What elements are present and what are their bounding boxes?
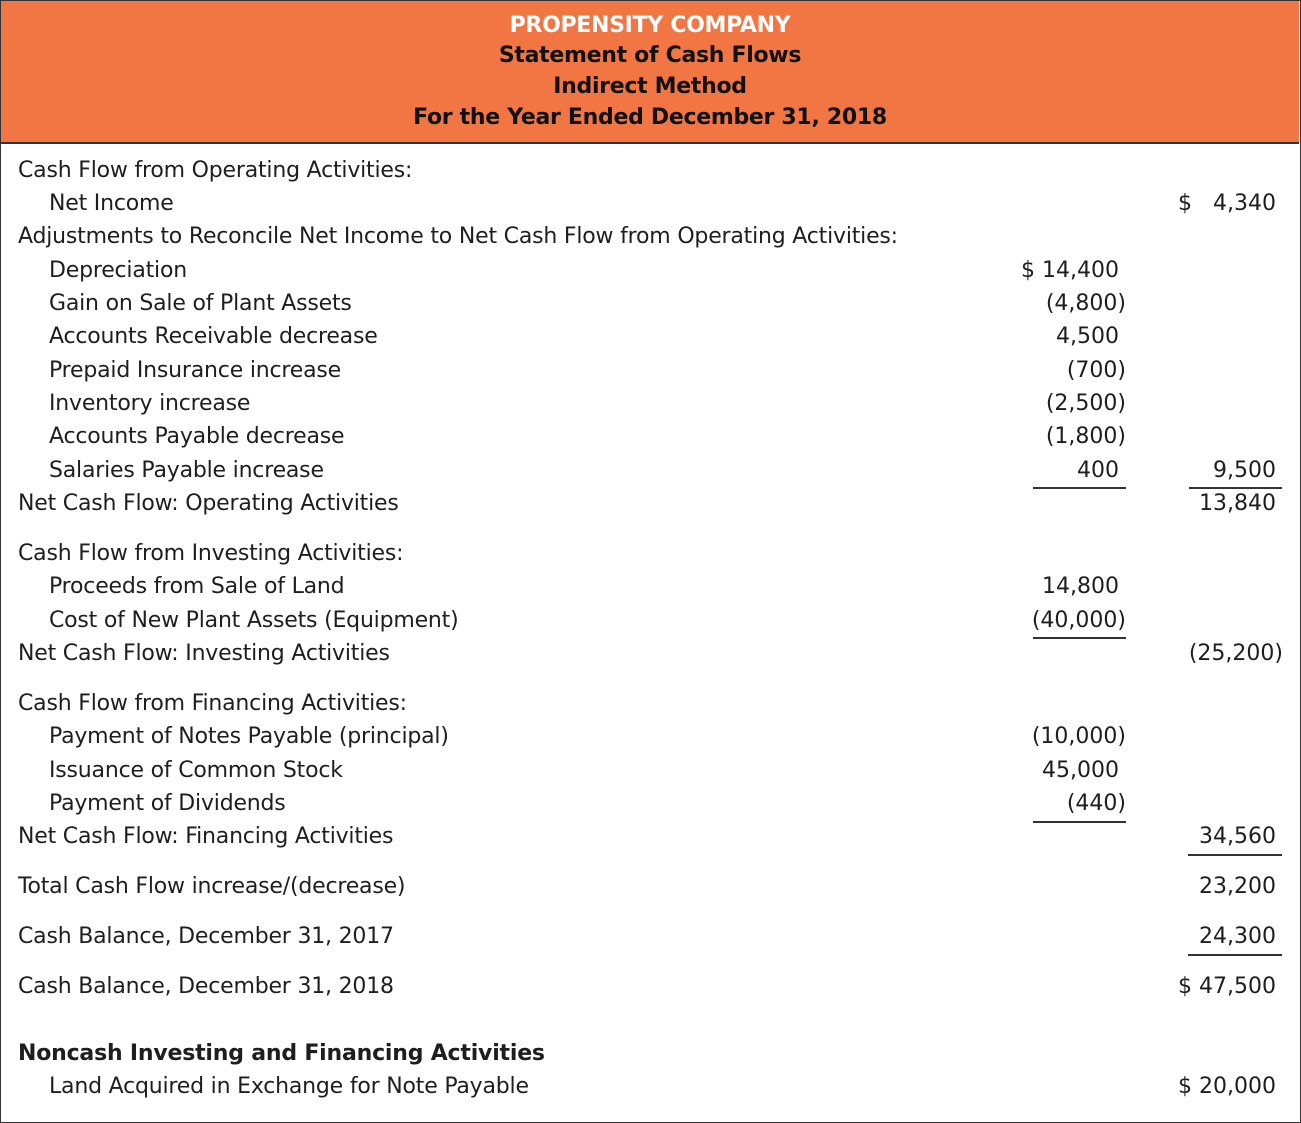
statement-row: Net Income $ 4,340	[0, 191, 1301, 223]
row-label: Total Cash Flow increase/(decrease)	[18, 874, 406, 899]
row-label: Accounts Receivable decrease	[49, 324, 378, 349]
statement-row: Land Acquired in Exchange for Note Payab…	[0, 1074, 1301, 1106]
row-label: Gain on Sale of Plant Assets	[49, 291, 352, 316]
statement-row: Net Cash Flow: Financing Activities 34,56…	[0, 824, 1301, 856]
total-amount: 24,300	[1199, 924, 1276, 949]
statement-row: Cash Balance, December 31, 2017 24,300	[0, 924, 1301, 956]
row-label: Adjustments to Reconcile Net Income to N…	[18, 224, 898, 249]
detail-amount: 45,000	[1042, 758, 1119, 783]
statement-row: Total Cash Flow increase/(decrease) 23,20…	[0, 874, 1301, 906]
rule-investing-col1	[1033, 637, 1126, 639]
statement-row: Prepaid Insurance increase (700)	[0, 358, 1301, 390]
total-amount: 34,560	[1199, 824, 1276, 849]
rule-financing-col1	[1033, 821, 1126, 823]
statement-row: Accounts Receivable decrease 4,500	[0, 324, 1301, 356]
detail-amount: (2,500)	[1045, 391, 1126, 416]
statement-row: Cash Flow from Investing Activities:	[0, 541, 1301, 573]
statement-method: Indirect Method	[553, 74, 747, 99]
statement-row: Cash Balance, December 31, 2018 $ 47,500	[0, 974, 1301, 1006]
statement-row: Depreciation $ 14,400	[0, 258, 1301, 290]
statement-title: Statement of Cash Flows	[498, 43, 802, 68]
statement-row: Noncash Investing and Financing Activiti…	[0, 1041, 1301, 1073]
statement-row: Cost of New Plant Assets (Equipment) (40,…	[0, 608, 1301, 640]
row-label: Cash Balance, December 31, 2017	[18, 924, 394, 949]
statement-row: Gain on Sale of Plant Assets (4,800)	[0, 291, 1301, 323]
statement-row: Net Cash Flow: Operating Activities 13,84…	[0, 491, 1301, 523]
statement-row: Payment of Dividends (440)	[0, 791, 1301, 823]
total-amount: $ 20,000	[1178, 1074, 1276, 1099]
detail-amount: 14,800	[1042, 574, 1119, 599]
row-label: Cash Flow from Operating Activities:	[18, 158, 413, 183]
total-amount: (25,200)	[1188, 641, 1283, 666]
detail-amount: (700)	[1066, 358, 1126, 383]
statement-row: Net Cash Flow: Investing Activities (25,2…	[0, 641, 1301, 673]
company-name: PROPENSITY COMPANY	[509, 13, 791, 38]
row-label: Cash Flow from Financing Activities:	[18, 691, 407, 716]
row-label: Salaries Payable increase	[49, 458, 324, 483]
statement-row: Cash Flow from Operating Activities:	[0, 158, 1301, 190]
statement-row: Inventory increase (2,500)	[0, 391, 1301, 423]
row-label: Land Acquired in Exchange for Note Payab…	[49, 1074, 529, 1099]
row-label: Net Income	[49, 191, 174, 216]
row-label: Accounts Payable decrease	[49, 424, 345, 449]
statement-row: Proceeds from Sale of Land 14,800	[0, 574, 1301, 606]
row-label: Noncash Investing and Financing Activiti…	[18, 1041, 545, 1066]
row-label: Cash Balance, December 31, 2018	[18, 974, 394, 999]
row-label: Prepaid Insurance increase	[49, 358, 341, 383]
statement-row: Salaries Payable increase 400 9,500	[0, 458, 1301, 490]
row-label: Proceeds from Sale of Land	[49, 574, 345, 599]
total-amount: 9,500	[1213, 458, 1276, 483]
rule-financing-col2	[1188, 854, 1282, 856]
statement-period: For the Year Ended December 31, 2018	[413, 105, 887, 130]
total-amount: 23,200	[1199, 874, 1276, 899]
detail-amount: (40,000)	[1031, 608, 1126, 633]
detail-amount: (1,800)	[1045, 424, 1126, 449]
row-label: Issuance of Common Stock	[49, 758, 343, 783]
detail-amount: (4,800)	[1045, 291, 1126, 316]
detail-amount: 400	[1077, 458, 1119, 483]
row-label: Net Cash Flow: Investing Activities	[18, 641, 390, 666]
statement-row: Payment of Notes Payable (principal) (10,…	[0, 724, 1301, 756]
row-label: Cost of New Plant Assets (Equipment)	[49, 608, 459, 633]
rule-operating-col2	[1189, 487, 1282, 489]
row-label: Inventory increase	[49, 391, 251, 416]
statement-row: Accounts Payable decrease (1,800)	[0, 424, 1301, 456]
statement-row: Cash Flow from Financing Activities:	[0, 691, 1301, 723]
row-label: Cash Flow from Investing Activities:	[18, 541, 404, 566]
total-amount: 13,840	[1199, 491, 1276, 516]
rule-operating-col1	[1033, 487, 1126, 489]
total-amount: $ 47,500	[1178, 974, 1276, 999]
row-label: Payment of Notes Payable (principal)	[49, 724, 449, 749]
rule-balance-2017-col2	[1188, 954, 1282, 956]
detail-amount: (440)	[1066, 791, 1126, 816]
detail-amount: 4,500	[1056, 324, 1119, 349]
row-label: Depreciation	[49, 258, 187, 283]
statement-row: Adjustments to Reconcile Net Income to N…	[0, 224, 1301, 256]
row-label: Payment of Dividends	[49, 791, 286, 816]
statement-header: PROPENSITY COMPANY Statement of Cash Flo…	[1, 1, 1299, 144]
detail-amount: (10,000)	[1031, 724, 1126, 749]
statement-row: Issuance of Common Stock 45,000	[0, 758, 1301, 790]
detail-amount: $ 14,400	[1021, 258, 1119, 283]
total-amount: $ 4,340	[1178, 191, 1276, 216]
row-label: Net Cash Flow: Operating Activities	[18, 491, 399, 516]
row-label: Net Cash Flow: Financing Activities	[18, 824, 394, 849]
